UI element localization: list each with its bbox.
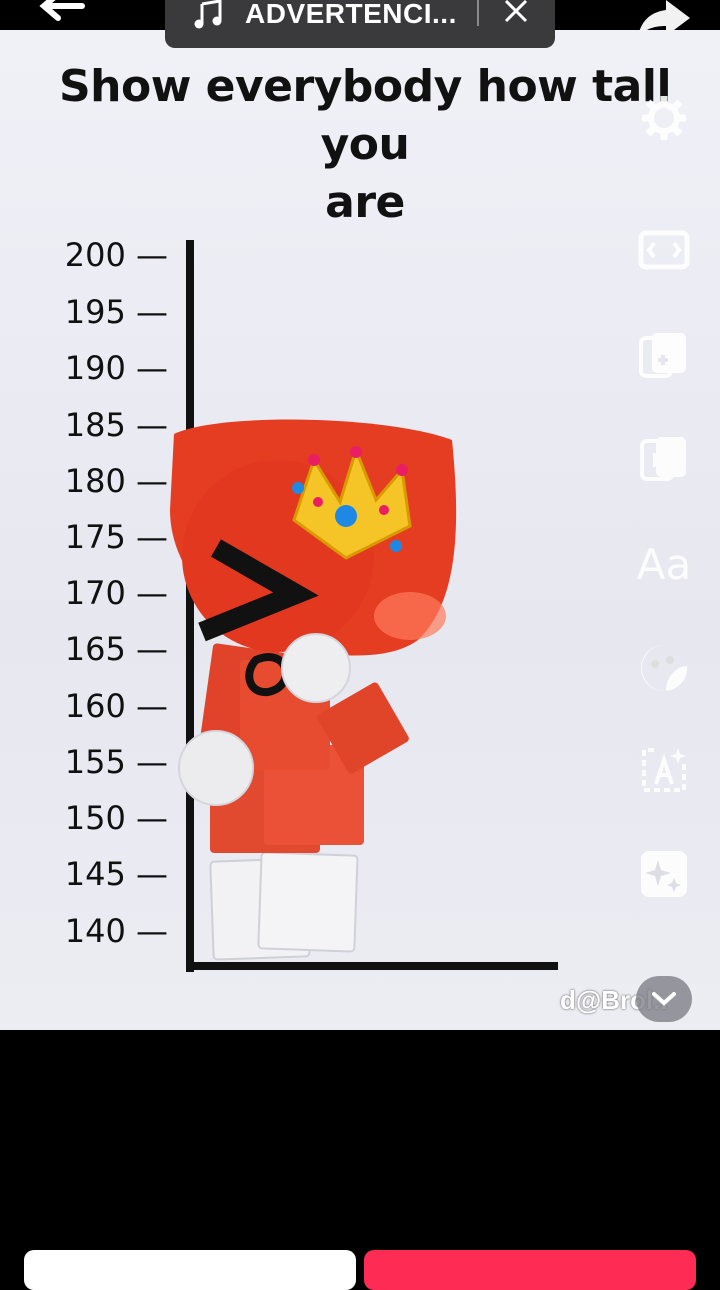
video-clips-tool[interactable] [636, 430, 692, 486]
ruler-label: 160 — [64, 687, 168, 725]
sound-title: ADVERTENCI... [245, 0, 457, 29]
gear-icon [642, 96, 686, 140]
divider [477, 0, 479, 26]
play-cards-icon [640, 437, 686, 481]
auto-captions-icon [642, 748, 686, 792]
headline-line-1: Show everybody how tall you [58, 61, 672, 170]
character-illustration [170, 419, 457, 961]
ruler-label: 195 — [64, 293, 168, 331]
ruler-label: 190 — [64, 349, 168, 387]
template-tool[interactable] [636, 326, 692, 382]
aspect-ratio-tool[interactable] [636, 222, 692, 278]
share-arrow-icon[interactable] [636, 0, 692, 40]
top-bar: ADVERTENCI... [0, 0, 720, 48]
ruler-label: 175 — [64, 518, 168, 556]
back-arrow-icon[interactable] [36, 0, 86, 34]
video-canvas: Show everybody how tall you are 200 — 19… [0, 30, 720, 1030]
next-button[interactable] [364, 1250, 696, 1290]
settings-tool[interactable] [636, 90, 692, 146]
cards-icon [639, 333, 686, 378]
ruler-label: 150 — [64, 799, 168, 837]
effects-tool[interactable] [636, 846, 692, 902]
ruler-label: 165 — [64, 630, 168, 668]
headline: Show everybody how tall you are [20, 58, 710, 232]
sparkle-icon [641, 851, 687, 897]
collapse-toolbar-button[interactable] [636, 976, 692, 1022]
ruler-label: 185 — [64, 406, 168, 444]
your-story-button[interactable] [24, 1250, 356, 1290]
aspect-ratio-icon [638, 230, 690, 270]
close-icon[interactable] [503, 0, 529, 24]
sticker-tool[interactable] [636, 640, 692, 696]
ruler-label: 170 — [64, 574, 168, 612]
ruler-label: 180 — [64, 462, 168, 500]
sound-pill[interactable]: ADVERTENCI... [165, 0, 555, 48]
ruler-label: 145 — [64, 855, 168, 893]
captions-tool[interactable] [636, 742, 692, 798]
ruler-label: 155 — [64, 743, 168, 781]
headline-line-2: are [325, 177, 405, 228]
music-note-icon [194, 0, 222, 29]
text-tool[interactable]: Aa [636, 536, 692, 592]
sticker-icon [641, 645, 688, 692]
ruler-label: 200 — [64, 236, 168, 274]
chevron-down-icon [652, 992, 676, 1006]
ruler-label: 140 — [64, 912, 168, 950]
